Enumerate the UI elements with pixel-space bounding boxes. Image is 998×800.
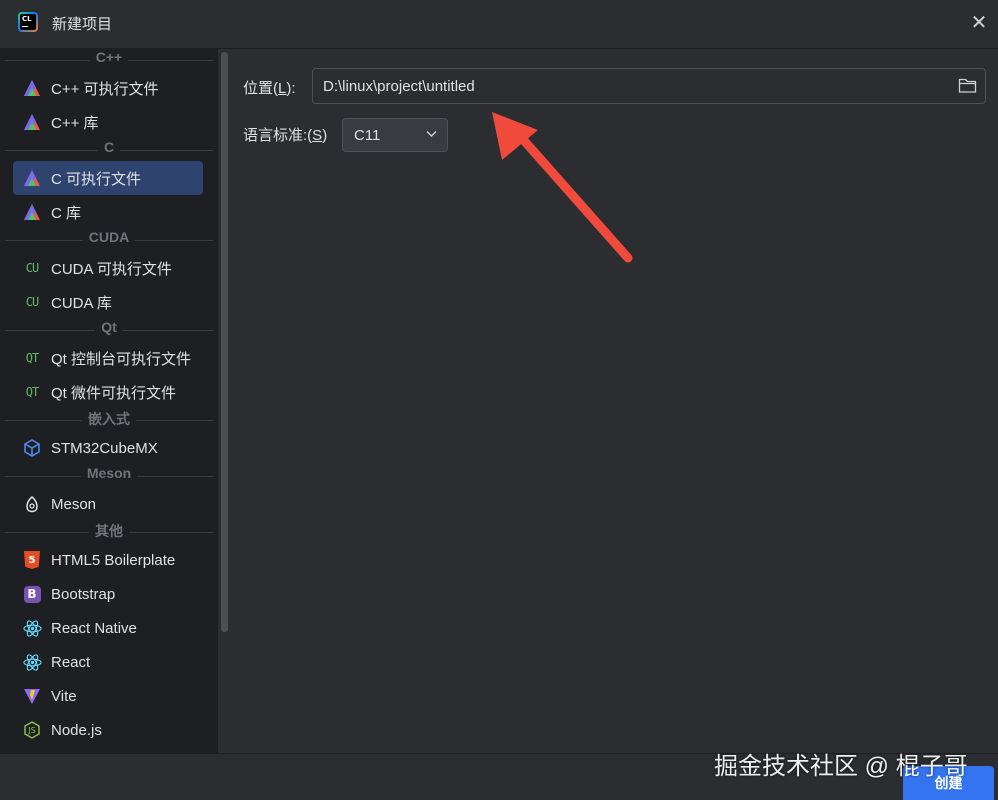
group-header: CUDA <box>0 229 218 251</box>
sidebar-item-label: React <box>51 653 91 671</box>
group-header-label: CUDA <box>82 229 136 245</box>
icon-text: 5 <box>28 554 36 566</box>
sidebar-item-label: Qt 控制台可执行文件 <box>51 350 192 368</box>
clion-triangle-icon <box>22 168 42 188</box>
clion-triangle-icon <box>22 202 42 222</box>
icon-text: QT <box>25 351 39 365</box>
sidebar-item-label: HTML5 Boilerplate <box>51 551 176 569</box>
icon-text: CU <box>25 295 39 309</box>
sidebar-item[interactable]: C++ 库 <box>13 105 203 139</box>
cuda-icon: CU <box>22 292 42 312</box>
sidebar-item-label: Vite <box>51 687 77 705</box>
sidebar-item-label: C++ 库 <box>51 114 99 132</box>
cube-icon <box>22 438 42 458</box>
cuda-icon: CU <box>22 258 42 278</box>
group-header: Meson <box>0 465 218 487</box>
group-header: C <box>0 139 218 161</box>
sidebar-item[interactable]: CU CUDA 可执行文件 <box>13 251 203 285</box>
chevron-down-icon <box>426 131 437 137</box>
location-value: D:\linux\project\untitled <box>323 77 475 95</box>
group-header: 嵌入式 <box>0 409 218 431</box>
sidebar-item-label: Bootstrap <box>51 585 116 603</box>
icon-text: JS <box>28 725 36 735</box>
qt-icon: QT <box>22 382 42 402</box>
group-header-label: 其他 <box>89 523 129 539</box>
sidebar-item[interactable]: QT Qt 微件可执行文件 <box>13 375 203 409</box>
group-header-label: C++ <box>89 49 129 65</box>
sidebar-item[interactable]: QT Qt 控制台可执行文件 <box>13 341 203 375</box>
sidebar-item-label: C++ 可执行文件 <box>51 80 159 98</box>
title-bar: CL 新建项目 ✕ <box>0 0 998 47</box>
sidebar-item[interactable]: CU CUDA 库 <box>13 285 203 319</box>
clion-triangle-icon <box>22 78 42 98</box>
qt-icon: QT <box>22 348 42 368</box>
sidebar-item[interactable]: React Native <box>13 611 203 645</box>
vite-icon <box>22 686 42 706</box>
location-input[interactable]: D:\linux\project\untitled <box>312 68 986 104</box>
sidebar-item-label: React Native <box>51 619 137 637</box>
icon-text: B <box>27 587 37 601</box>
html5-icon: 5 <box>22 550 42 570</box>
group-header-label: C <box>97 139 121 155</box>
sidebar-item[interactable]: JS Node.js <box>13 713 203 747</box>
sidebar-item[interactable]: React <box>13 645 203 679</box>
react-icon <box>22 652 42 672</box>
icon-text: CU <box>25 261 39 275</box>
group-header: C++ <box>0 49 218 71</box>
sidebar-item[interactable]: C++ 可执行文件 <box>13 71 203 105</box>
meson-icon <box>22 494 42 514</box>
watermark: 掘金技术社区 @ 棍子哥 <box>714 753 968 780</box>
sidebar-scrollbar-thumb[interactable] <box>221 52 228 632</box>
sidebar-item[interactable]: B Bootstrap <box>13 577 203 611</box>
project-type-sidebar: C++ C++ 可执行文件 C++ 库 C C 可执行文件 C 库 CUDA CU CUDA 可… <box>0 49 218 753</box>
sidebar-item-label: CUDA 可执行文件 <box>51 260 172 278</box>
group-header-label: 嵌入式 <box>82 411 136 427</box>
group-header: 其他 <box>0 521 218 543</box>
bootstrap-icon: B <box>22 584 42 604</box>
sidebar-item-label: Meson <box>51 495 97 513</box>
sidebar-item-label: Node.js <box>51 721 102 739</box>
sidebar-item-label: STM32CubeMX <box>51 439 158 457</box>
sidebar-item-label: C 库 <box>51 204 82 222</box>
sidebar-item[interactable]: C 库 <box>13 195 203 229</box>
project-settings-panel <box>230 49 998 753</box>
react-icon <box>22 618 42 638</box>
clion-app-icon: CL <box>18 12 38 32</box>
language-standard-label: 语言标准:(S) <box>243 127 328 144</box>
nodejs-icon: JS <box>22 720 42 740</box>
sidebar-item-label: Qt 微件可执行文件 <box>51 384 177 402</box>
sidebar-item[interactable]: C 可执行文件 <box>13 161 203 195</box>
sidebar-item[interactable]: Vite <box>13 679 203 713</box>
sidebar-item-label: CUDA 库 <box>51 294 112 312</box>
close-button[interactable]: ✕ <box>968 11 990 33</box>
language-standard-value: C11 <box>354 126 381 144</box>
location-label: 位置(L): <box>243 80 296 97</box>
group-header-label: Qt <box>95 319 123 335</box>
sidebar-item[interactable]: Meson <box>13 487 203 521</box>
language-standard-select[interactable]: C11 <box>342 118 448 152</box>
sidebar-item[interactable]: STM32CubeMX <box>13 431 203 465</box>
group-header: Qt <box>0 319 218 341</box>
window-title: 新建项目 <box>52 16 113 33</box>
folder-icon[interactable] <box>958 77 977 94</box>
sidebar-item[interactable]: 5 HTML5 Boilerplate <box>13 543 203 577</box>
icon-text: QT <box>25 385 39 399</box>
group-header-label: Meson <box>80 465 138 481</box>
sidebar-item-label: C 可执行文件 <box>51 170 142 188</box>
clion-triangle-icon <box>22 112 42 132</box>
